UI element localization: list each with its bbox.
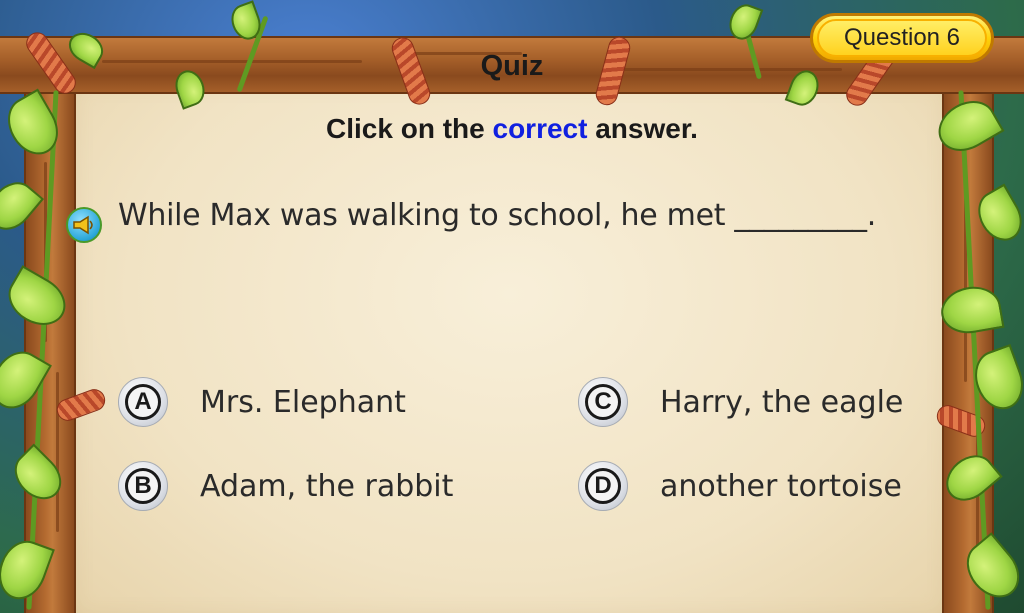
option-d[interactable]: D another tortoise <box>578 461 902 511</box>
option-c-text[interactable]: Harry, the eagle <box>660 385 903 420</box>
option-c-button[interactable]: C <box>578 377 628 427</box>
question-number-badge: Question 6 <box>810 13 994 63</box>
option-d-letter: D <box>585 468 621 504</box>
instruction-highlight: correct <box>492 113 588 144</box>
option-d-button[interactable]: D <box>578 461 628 511</box>
quiz-scene: Quiz Question 6 Click on the correct ans… <box>0 0 1024 613</box>
option-a-button[interactable]: A <box>118 377 168 427</box>
question-text: While Max was walking to school, he met … <box>118 198 876 233</box>
option-a[interactable]: A Mrs. Elephant <box>118 377 406 427</box>
option-c[interactable]: C Harry, the eagle <box>578 377 903 427</box>
question-number-label: Question 6 <box>817 19 987 57</box>
option-b-button[interactable]: B <box>118 461 168 511</box>
instruction-after: answer. <box>587 113 698 144</box>
parchment-background <box>60 70 960 613</box>
option-b[interactable]: B Adam, the rabbit <box>118 461 453 511</box>
option-c-letter: C <box>585 384 621 420</box>
option-b-text[interactable]: Adam, the rabbit <box>200 469 453 504</box>
option-a-letter: A <box>125 384 161 420</box>
speaker-icon-glyph <box>73 215 93 235</box>
speaker-icon[interactable] <box>66 207 102 243</box>
option-a-text[interactable]: Mrs. Elephant <box>200 385 406 420</box>
instruction-text: Click on the correct answer. <box>0 113 1024 145</box>
option-b-letter: B <box>125 468 161 504</box>
option-d-text[interactable]: another tortoise <box>660 469 902 504</box>
instruction-before: Click on the <box>326 113 493 144</box>
